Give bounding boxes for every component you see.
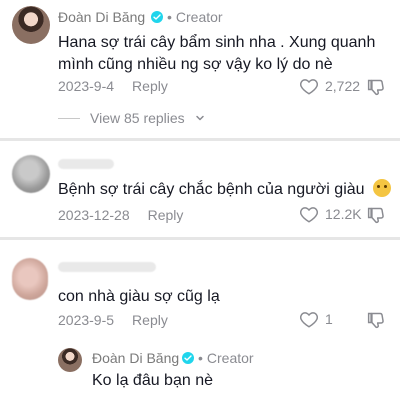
like-count: 12.2K — [325, 206, 362, 222]
comment-meta: 2023-9-5 Reply — [58, 312, 168, 328]
comment-text: con nhà giàu sợ cũg lạ — [58, 288, 220, 305]
view-replies-label[interactable]: View 85 replies — [90, 110, 185, 126]
reply-text: Ko lạ đâu bạn nè — [92, 372, 213, 389]
comment-text-content: Bệnh sợ trái cây chắc bệnh của người già… — [58, 181, 365, 198]
separator-dot: • — [198, 350, 203, 366]
reply-creator-badge: • Creator — [182, 350, 254, 366]
crying-face-emoji — [373, 179, 391, 197]
reply-username[interactable]: Đoàn Di Băng — [92, 350, 179, 366]
comment-text: Bệnh sợ trái cây chắc bệnh của người già… — [58, 179, 393, 201]
comment-meta: 2023-9-4 Reply — [58, 78, 168, 94]
dislike-button[interactable] — [366, 78, 386, 101]
separator-dot: • — [167, 9, 172, 25]
like-button[interactable]: 12.2K — [299, 205, 362, 223]
comment-meta: 2023-12-28 Reply — [58, 207, 183, 223]
like-count: 1 — [325, 311, 333, 327]
view-replies[interactable]: View 85 replies — [58, 110, 308, 126]
comment-date: 2023-12-28 — [58, 207, 130, 223]
thumb-down-outline-icon — [367, 79, 384, 96]
blurred-username — [58, 159, 114, 169]
comment-panel-3: con nhà giàu sợ cũg lạ 2023-9-5 Reply 1 … — [0, 240, 400, 400]
creator-badge: • Creator — [151, 9, 223, 25]
thumb-down-outline-icon — [367, 207, 384, 224]
like-button[interactable]: 1 — [299, 310, 333, 328]
comment-panel-1: Đoàn Di Băng • Creator Hana sợ trái cây … — [0, 0, 400, 138]
view-replies-line — [58, 117, 80, 119]
heart-outline-icon — [300, 79, 318, 95]
verified-icon — [151, 11, 163, 23]
chevron-down-icon — [195, 115, 204, 121]
username[interactable]: Đoàn Di Băng — [58, 9, 145, 25]
reply-button[interactable]: Reply — [132, 78, 168, 94]
comment-text: Hana sợ trái cây bẩm sinh nha . Xung qua… — [58, 32, 388, 76]
comment-panel-2: Bệnh sợ trái cây chắc bệnh của người già… — [0, 141, 400, 237]
comment-date: 2023-9-5 — [58, 312, 115, 328]
like-button[interactable]: 2,722 — [299, 77, 360, 95]
badge-label: Creator — [175, 9, 223, 25]
badge-label: Creator — [206, 350, 254, 366]
avatar[interactable] — [12, 258, 48, 300]
avatar[interactable] — [12, 6, 50, 44]
comment-date: 2023-9-4 — [58, 78, 115, 94]
blurred-username — [58, 262, 156, 272]
dislike-button[interactable] — [366, 311, 386, 334]
comment-text-line-2: mình cũng nhiều ng sợ vậy ko lý do nè — [58, 56, 333, 73]
comment-text-line-1: Hana sợ trái cây bẩm sinh nha . Xung qua… — [58, 34, 376, 51]
dislike-button[interactable] — [366, 206, 386, 229]
reply-button[interactable]: Reply — [132, 312, 168, 328]
verified-icon — [182, 352, 194, 364]
heart-outline-icon — [300, 207, 318, 223]
reply-avatar[interactable] — [58, 348, 82, 372]
reply-button[interactable]: Reply — [148, 207, 184, 223]
heart-outline-icon — [300, 312, 318, 328]
like-count: 2,722 — [325, 78, 361, 94]
thumb-down-outline-icon — [367, 312, 384, 329]
avatar[interactable] — [12, 155, 50, 193]
